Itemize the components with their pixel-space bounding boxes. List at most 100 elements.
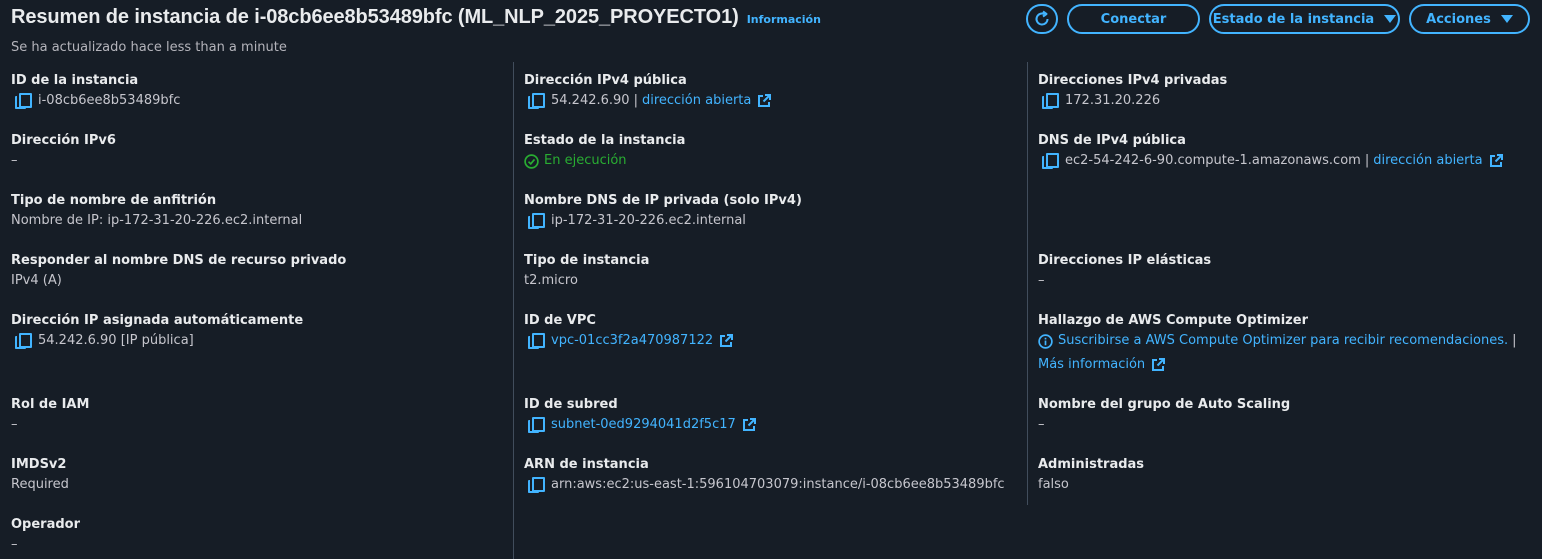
field-label: Estado de la instancia (524, 133, 686, 148)
field-instance-id: ID de la instancia i-08cb6ee8b53489bfc (11, 73, 180, 109)
open-address-link[interactable]: dirección abierta (642, 93, 751, 109)
field-label: DNS de IPv4 pública (1038, 133, 1186, 148)
external-link-icon[interactable] (757, 94, 772, 108)
instance-state-value: En ejecución (544, 153, 627, 168)
asg-value: – (1038, 417, 1045, 432)
public-dns-value: ec2-54-242-6-90.compute-1.amazonaws.com (1065, 153, 1361, 168)
field-answer-dns: Responder al nombre DNS de recurso priva… (11, 253, 346, 289)
field-iam-role: Rol de IAM – (11, 397, 89, 433)
arn-value: arn:aws:ec2:us-east-1:596104703079:insta… (551, 477, 1005, 492)
external-link-icon[interactable] (742, 418, 756, 432)
field-label: IMDSv2 (11, 457, 67, 472)
field-label: Dirección IPv4 pública (524, 73, 687, 88)
field-arn: ARN de instancia arn:aws:ec2:us-east-1:5… (524, 457, 1005, 493)
connect-button-label: Conectar (1100, 11, 1167, 27)
answer-dns-value: IPv4 (A) (11, 273, 62, 288)
subnet-link[interactable]: subnet-0ed9294041d2f5c17 (551, 417, 736, 433)
caret-down-icon (1500, 15, 1513, 23)
field-ipv6: Dirección IPv6 – (11, 133, 116, 169)
more-info-link[interactable]: Más información (1038, 357, 1145, 373)
field-label: ARN de instancia (524, 457, 649, 472)
field-label: Tipo de nombre de anfitrión (11, 193, 217, 208)
field-hostname-type: Tipo de nombre de anfitrión Nombre de IP… (11, 193, 302, 229)
copy-icon[interactable] (528, 477, 545, 493)
ipv6-value: – (11, 153, 18, 168)
field-private-ipv4: Direcciones IPv4 privadas 172.31.20.226 (1038, 73, 1227, 109)
column-divider (513, 62, 514, 559)
elastic-ip-value: – (1038, 273, 1045, 288)
field-label: Rol de IAM (11, 397, 90, 412)
vpc-link[interactable]: vpc-01cc3f2a470987122 (551, 333, 713, 349)
field-label: Dirección IPv6 (11, 133, 116, 148)
field-label: Responder al nombre DNS de recurso priva… (11, 253, 347, 268)
field-label: Direcciones IP elásticas (1038, 253, 1212, 268)
field-label: ID de la instancia (11, 73, 139, 88)
field-subnet: ID de subred subnet-0ed9294041d2f5c17 (524, 397, 756, 433)
field-public-dns: DNS de IPv4 pública ec2-54-242-6-90.comp… (1038, 133, 1503, 169)
copy-icon[interactable] (528, 93, 545, 109)
field-private-dns: Nombre DNS de IP privada (solo IPv4) ip-… (524, 193, 802, 229)
external-link-icon[interactable] (1489, 154, 1503, 168)
page-title: Resumen de instancia de i-08cb6ee8b53489… (11, 6, 739, 28)
operator-value: – (11, 537, 18, 552)
copy-icon[interactable] (1042, 153, 1059, 169)
external-link-icon[interactable] (719, 334, 734, 348)
field-label: Operador (11, 517, 81, 532)
field-label: Direcciones IPv4 privadas (1038, 73, 1228, 88)
field-compute-optimizer: Hallazgo de AWS Compute Optimizer Suscri… (1038, 313, 1521, 373)
field-label: ID de VPC (524, 313, 596, 328)
separator: | (1512, 333, 1517, 348)
field-instance-state: Estado de la instancia En ejecución (524, 133, 685, 169)
field-label: Tipo de instancia (524, 253, 650, 268)
instance-state-dropdown-label: Estado de la instancia (1212, 11, 1375, 27)
caret-down-icon (1384, 15, 1397, 23)
instance-type-value: t2.micro (524, 273, 578, 288)
copy-icon[interactable] (1042, 93, 1059, 109)
hostname-type-value: Nombre de IP: ip-172-31-20-226.ec2.inter… (11, 213, 303, 228)
field-managed: Administradas falso (1038, 457, 1144, 493)
private-dns-value: ip-172-31-20-226.ec2.internal (551, 213, 746, 228)
field-label: Nombre DNS de IP privada (solo IPv4) (524, 193, 802, 208)
field-public-ipv4: Dirección IPv4 pública 54.242.6.90 | dir… (524, 73, 772, 109)
open-address-link[interactable]: dirección abierta (1373, 153, 1482, 169)
actions-dropdown[interactable]: Acciones (1409, 4, 1530, 34)
connect-button[interactable]: Conectar (1067, 4, 1200, 34)
field-label: Nombre del grupo de Auto Scaling (1038, 397, 1291, 412)
field-asg: Nombre del grupo de Auto Scaling – (1038, 397, 1290, 433)
info-link[interactable]: Información (747, 13, 821, 26)
copy-icon[interactable] (15, 333, 32, 349)
instance-state-dropdown[interactable]: Estado de la instancia (1209, 4, 1400, 34)
refresh-icon (1035, 10, 1049, 26)
copy-icon[interactable] (15, 93, 32, 109)
external-link-icon[interactable] (1151, 358, 1166, 372)
copy-icon[interactable] (528, 333, 545, 349)
refresh-button[interactable] (1026, 4, 1058, 34)
imdsv2-value: Required (11, 477, 69, 492)
separator: | (633, 93, 638, 108)
field-label: Hallazgo de AWS Compute Optimizer (1038, 313, 1308, 328)
copy-icon[interactable] (528, 417, 545, 433)
field-label: ID de subred (524, 397, 618, 412)
field-vpc: ID de VPC vpc-01cc3f2a470987122 (524, 313, 734, 349)
field-instance-type: Tipo de instancia t2.micro (524, 253, 649, 289)
field-operator: Operador – (11, 517, 80, 553)
column-divider (1027, 62, 1028, 505)
actions-dropdown-label: Acciones (1426, 11, 1491, 27)
field-label: Administradas (1038, 457, 1145, 472)
copy-icon[interactable] (528, 213, 545, 229)
instance-id-value: i-08cb6ee8b53489bfc (38, 93, 181, 108)
public-ipv4-value: 54.242.6.90 (551, 93, 630, 108)
info-icon (1038, 333, 1053, 349)
field-elastic-ip: Direcciones IP elásticas – (1038, 253, 1211, 289)
private-ipv4-value: 172.31.20.226 (1065, 93, 1161, 108)
auto-ip-value: 54.242.6.90 [IP pública] (38, 333, 194, 348)
last-updated-text: Se ha actualizado hace less than a minut… (11, 40, 287, 55)
header-actions: Conectar Estado de la instancia Acciones (1026, 4, 1530, 34)
managed-value: falso (1038, 477, 1069, 492)
optimizer-subscribe-link[interactable]: Suscribirse a AWS Compute Optimizer para… (1058, 333, 1508, 349)
iam-role-value: – (11, 417, 18, 432)
page-header: Resumen de instancia de i-08cb6ee8b53489… (11, 6, 821, 29)
separator: | (1364, 153, 1370, 168)
field-label: Dirección IP asignada automáticamente (11, 313, 304, 328)
field-auto-ip: Dirección IP asignada automáticamente 54… (11, 313, 303, 349)
